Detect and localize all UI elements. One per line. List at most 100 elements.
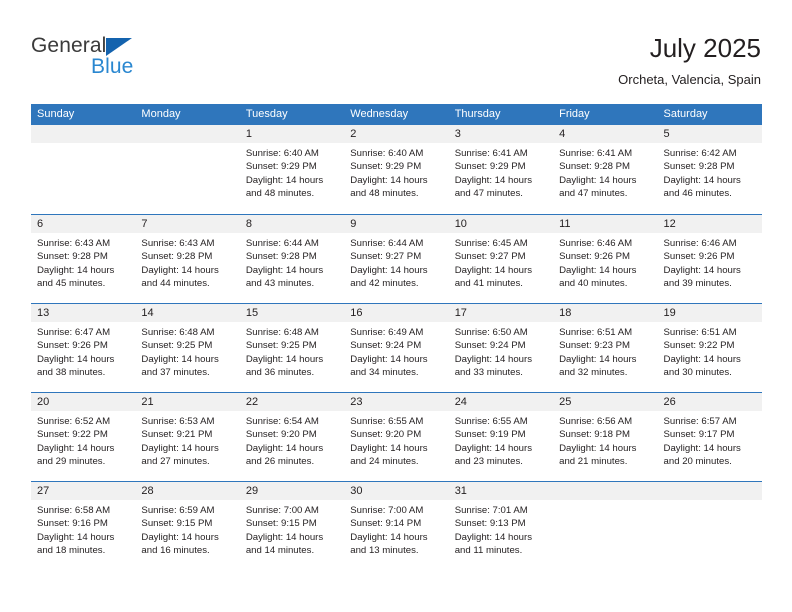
sunset-text: Sunset: 9:17 PM (663, 429, 735, 441)
day-cell[interactable]: 9 Sunrise: 6:44 AM Sunset: 9:27 PM Dayli… (344, 215, 449, 303)
day-cell[interactable]: 16 Sunrise: 6:49 AM Sunset: 9:24 PM Dayl… (344, 304, 449, 392)
sunrise-text: Sunrise: 6:48 AM (141, 327, 215, 338)
day-cell[interactable]: 27 Sunrise: 6:58 AM Sunset: 9:16 PM Dayl… (31, 482, 136, 570)
day-cell[interactable]: 25 Sunrise: 6:56 AM Sunset: 9:18 PM Dayl… (553, 393, 658, 481)
day-cell[interactable]: 18 Sunrise: 6:51 AM Sunset: 9:23 PM Dayl… (553, 304, 658, 392)
day-cell[interactable]: 10 Sunrise: 6:45 AM Sunset: 9:27 PM Dayl… (448, 215, 554, 303)
daylight-text-line1: Daylight: 14 hours (663, 442, 741, 454)
sunrise-text: Sunrise: 6:51 AM (559, 327, 633, 338)
day-details: Sunrise: 6:43 AM Sunset: 9:28 PM Dayligh… (31, 233, 135, 291)
daylight-text-line1: Daylight: 14 hours (37, 442, 115, 454)
day-details: Sunrise: 6:55 AM Sunset: 9:20 PM Dayligh… (344, 411, 448, 469)
day-cell[interactable]: 22 Sunrise: 6:54 AM Sunset: 9:20 PM Dayl… (239, 393, 345, 481)
day-cell[interactable]: 23 Sunrise: 6:55 AM Sunset: 9:20 PM Dayl… (344, 393, 449, 481)
day-number: 30 (344, 482, 449, 500)
day-cell[interactable]: 7 Sunrise: 6:43 AM Sunset: 9:28 PM Dayli… (135, 215, 240, 303)
sunset-text: Sunset: 9:28 PM (559, 161, 631, 173)
day-cell[interactable]: 1 Sunrise: 6:40 AM Sunset: 9:29 PM Dayli… (239, 125, 345, 214)
day-cell[interactable]: 26 Sunrise: 6:57 AM Sunset: 9:17 PM Dayl… (657, 393, 762, 481)
day-details (553, 500, 657, 504)
logo-triangle-icon (106, 38, 132, 56)
day-cell[interactable]: 24 Sunrise: 6:55 AM Sunset: 9:19 PM Dayl… (448, 393, 554, 481)
day-details: Sunrise: 6:50 AM Sunset: 9:24 PM Dayligh… (449, 322, 553, 380)
daylight-text-line2: and 38 minutes. (37, 367, 106, 379)
sunrise-text: Sunrise: 6:41 AM (454, 148, 528, 159)
day-number: 18 (553, 304, 658, 322)
general-blue-logo[interactable]: General Blue (31, 34, 271, 90)
day-details: Sunrise: 6:40 AM Sunset: 9:29 PM Dayligh… (240, 143, 344, 201)
day-number: 26 (657, 393, 762, 411)
day-cell[interactable]: 20 Sunrise: 6:52 AM Sunset: 9:22 PM Dayl… (31, 393, 136, 481)
day-number: 28 (135, 482, 240, 500)
sunset-text: Sunset: 9:19 PM (454, 429, 526, 441)
weekday-header-saturday: Saturday (663, 108, 708, 120)
daylight-text-line2: and 24 minutes. (350, 456, 419, 468)
day-cell[interactable]: 28 Sunrise: 6:59 AM Sunset: 9:15 PM Dayl… (135, 482, 240, 570)
daylight-text-line1: Daylight: 14 hours (350, 442, 428, 454)
sunset-text: Sunset: 9:20 PM (350, 429, 422, 441)
day-cell[interactable]: 21 Sunrise: 6:53 AM Sunset: 9:21 PM Dayl… (135, 393, 240, 481)
sunrise-text: Sunrise: 6:43 AM (141, 238, 215, 249)
day-details: Sunrise: 6:46 AM Sunset: 9:26 PM Dayligh… (553, 233, 657, 291)
day-details: Sunrise: 6:58 AM Sunset: 9:16 PM Dayligh… (31, 500, 135, 558)
daylight-text-line1: Daylight: 14 hours (245, 264, 324, 276)
weekday-header-row: Sunday Monday Tuesday Wednesday Thursday… (31, 104, 762, 125)
page-title: July 2025 (649, 33, 761, 63)
day-cell[interactable]: 3 Sunrise: 6:41 AM Sunset: 9:29 PM Dayli… (448, 125, 554, 214)
sunrise-text: Sunrise: 6:51 AM (663, 327, 737, 338)
daylight-text-line2: and 37 minutes. (141, 367, 210, 379)
day-details: Sunrise: 6:52 AM Sunset: 9:22 PM Dayligh… (31, 411, 135, 469)
day-cell[interactable]: 30 Sunrise: 7:00 AM Sunset: 9:14 PM Dayl… (344, 482, 449, 570)
day-cell[interactable] (135, 125, 240, 214)
weekday-header-sunday: Sunday (37, 108, 75, 120)
daylight-text-line1: Daylight: 14 hours (141, 353, 219, 365)
sunset-text: Sunset: 9:15 PM (245, 518, 317, 530)
day-cell[interactable]: 15 Sunrise: 6:48 AM Sunset: 9:25 PM Dayl… (239, 304, 345, 392)
day-cell[interactable]: 12 Sunrise: 6:46 AM Sunset: 9:26 PM Dayl… (657, 215, 762, 303)
day-number: 11 (553, 215, 658, 233)
weekday-header-thursday: Thursday (454, 108, 501, 120)
day-cell[interactable] (657, 482, 762, 570)
day-cell[interactable] (553, 482, 658, 570)
day-cell[interactable]: 29 Sunrise: 7:00 AM Sunset: 9:15 PM Dayl… (239, 482, 345, 570)
daylight-text-line2: and 11 minutes. (454, 545, 523, 557)
sunrise-text: Sunrise: 6:44 AM (245, 238, 319, 249)
day-cell[interactable]: 31 Sunrise: 7:01 AM Sunset: 9:13 PM Dayl… (448, 482, 554, 570)
day-cell[interactable]: 14 Sunrise: 6:48 AM Sunset: 9:25 PM Dayl… (135, 304, 240, 392)
day-cell[interactable]: 5 Sunrise: 6:42 AM Sunset: 9:28 PM Dayli… (657, 125, 762, 214)
sunrise-text: Sunrise: 6:49 AM (350, 327, 424, 338)
sunrise-text: Sunrise: 6:53 AM (141, 416, 215, 427)
day-cell[interactable]: 17 Sunrise: 6:50 AM Sunset: 9:24 PM Dayl… (448, 304, 554, 392)
sunrise-text: Sunrise: 6:52 AM (37, 416, 111, 427)
day-number: 1 (239, 125, 345, 143)
sunrise-text: Sunrise: 6:42 AM (663, 148, 737, 159)
day-cell[interactable]: 11 Sunrise: 6:46 AM Sunset: 9:26 PM Dayl… (553, 215, 658, 303)
day-cell[interactable]: 6 Sunrise: 6:43 AM Sunset: 9:28 PM Dayli… (31, 215, 136, 303)
day-cell[interactable]: 19 Sunrise: 6:51 AM Sunset: 9:22 PM Dayl… (657, 304, 762, 392)
day-cell[interactable]: 8 Sunrise: 6:44 AM Sunset: 9:28 PM Dayli… (239, 215, 345, 303)
day-details: Sunrise: 6:41 AM Sunset: 9:28 PM Dayligh… (553, 143, 657, 201)
day-cell[interactable]: 2 Sunrise: 6:40 AM Sunset: 9:29 PM Dayli… (344, 125, 449, 214)
day-number: 7 (135, 215, 240, 233)
sunset-text: Sunset: 9:29 PM (350, 161, 422, 173)
sunrise-text: Sunrise: 6:50 AM (454, 327, 528, 338)
day-number: 19 (657, 304, 762, 322)
sunset-text: Sunset: 9:13 PM (454, 518, 526, 530)
day-cell[interactable]: 4 Sunrise: 6:41 AM Sunset: 9:28 PM Dayli… (553, 125, 658, 214)
daylight-text-line2: and 30 minutes. (663, 367, 732, 379)
sunrise-text: Sunrise: 6:44 AM (350, 238, 424, 249)
daylight-text-line1: Daylight: 14 hours (141, 531, 219, 543)
sunrise-text: Sunrise: 6:55 AM (454, 416, 528, 427)
day-details: Sunrise: 7:01 AM Sunset: 9:13 PM Dayligh… (449, 500, 553, 558)
daylight-text-line2: and 46 minutes. (663, 188, 732, 200)
daylight-text-line1: Daylight: 14 hours (350, 174, 428, 186)
sunrise-text: Sunrise: 6:46 AM (663, 238, 737, 249)
day-cell[interactable] (31, 125, 136, 214)
day-number: 10 (448, 215, 554, 233)
daylight-text-line1: Daylight: 14 hours (663, 264, 741, 276)
day-details: Sunrise: 7:00 AM Sunset: 9:14 PM Dayligh… (344, 500, 448, 558)
day-cell[interactable]: 13 Sunrise: 6:47 AM Sunset: 9:26 PM Dayl… (31, 304, 136, 392)
day-details: Sunrise: 6:43 AM Sunset: 9:28 PM Dayligh… (135, 233, 239, 291)
sunset-text: Sunset: 9:28 PM (663, 161, 735, 173)
daylight-text-line1: Daylight: 14 hours (245, 353, 324, 365)
